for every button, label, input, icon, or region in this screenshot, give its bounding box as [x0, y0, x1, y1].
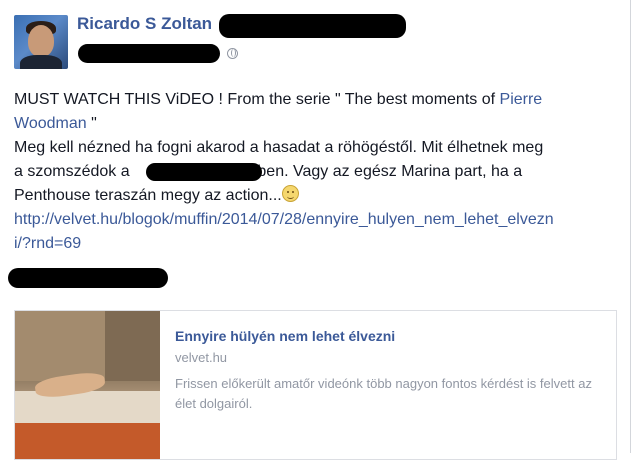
post-text: Penthouse teraszán megy az action... [14, 187, 282, 204]
avatar[interactable] [14, 15, 68, 69]
link-preview-domain: velvet.hu [175, 350, 228, 365]
smiley-icon [281, 185, 299, 202]
globe-icon[interactable] [227, 48, 238, 59]
post-line-5: Penthouse teraszán megy az action... [14, 184, 614, 208]
post-line-1: MUST WATCH THIS ViDEO ! From the serie "… [14, 88, 614, 112]
post-body: MUST WATCH THIS ViDEO ! From the serie "… [14, 88, 614, 256]
avatar-shirt [20, 55, 62, 69]
tagged-page-link[interactable]: Pierre [500, 91, 543, 108]
tagged-page-link[interactable]: Woodman [14, 115, 87, 132]
post-line-4: a szomszédok a -ben. Vagy az egész Marin… [14, 160, 614, 184]
redaction-timestamp [78, 44, 220, 63]
facebook-post: Ricardo S Zoltan MUST WATCH THIS ViDEO !… [0, 0, 631, 460]
link-preview-title[interactable]: Ennyire hülyén nem lehet élvezni [175, 328, 395, 344]
redaction-footer [8, 268, 168, 288]
post-text: MUST WATCH THIS ViDEO ! From the serie "… [14, 91, 500, 108]
avatar-face [28, 25, 54, 57]
post-text: " [86, 115, 97, 132]
link-preview-description: Frissen előkerült amatőr videónk több na… [175, 376, 592, 411]
post-url-link-continued[interactable]: i/?rnd=69 [14, 232, 614, 256]
post-text: a szomszédok a [14, 163, 135, 180]
author-name[interactable]: Ricardo S Zoltan [77, 14, 212, 34]
redaction-author-surname [219, 14, 406, 38]
post-url-link[interactable]: http://velvet.hu/blogok/muffin/2014/07/2… [14, 208, 614, 232]
link-preview-card[interactable]: Ennyire hülyén nem lehet élvezni velvet.… [14, 310, 617, 460]
post-text: -ben. Vagy az egész Marina part, ha a [252, 163, 523, 180]
post-line-2: Woodman " [14, 112, 614, 136]
redaction-place [146, 163, 262, 181]
link-preview-thumbnail[interactable] [15, 311, 160, 459]
post-line-3: Meg kell nézned ha fogni akarod a hasada… [14, 139, 544, 156]
